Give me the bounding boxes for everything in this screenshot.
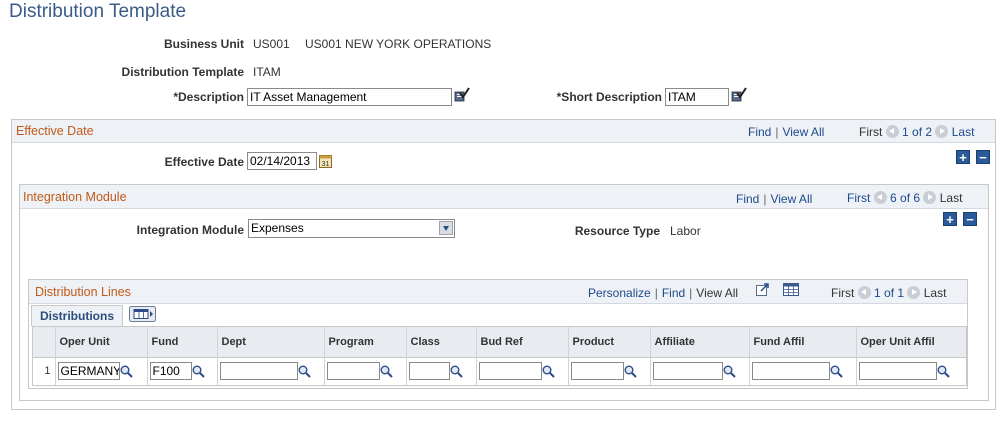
business-unit-name: US001 NEW YORK OPERATIONS [305, 37, 492, 51]
last-label: Last [923, 286, 947, 300]
effective-date-label: Effective Date [164, 155, 244, 169]
column-header-oper-unit: Oper Unit [55, 327, 148, 358]
find-link[interactable]: Find [736, 192, 759, 206]
grid-download-icon[interactable] [783, 283, 799, 299]
zoom-icon[interactable] [756, 283, 770, 299]
row-count: 1 of 2 [902, 125, 933, 139]
lookup-icon[interactable] [937, 365, 950, 378]
integration-module-label: Integration Module [136, 223, 244, 237]
integration-module-header: Integration Module Find | View All First 6… [20, 185, 988, 209]
bud-ref-field[interactable] [478, 362, 542, 381]
tab-distributions[interactable]: Distributions [31, 305, 123, 326]
lookup-icon[interactable] [192, 365, 205, 378]
short-description-field[interactable]: ITAM [665, 88, 729, 106]
distributions-grid: Oper Unit Fund Dept Program Class Bud Re… [32, 326, 967, 386]
first-link[interactable]: First [847, 191, 870, 205]
previous-icon[interactable] [885, 125, 899, 138]
table-row: 1 GERMANY F100 [33, 357, 966, 385]
integration-module-section-title: Integration Module [23, 190, 127, 204]
description-label: *Description [173, 90, 244, 104]
fund-affil-field[interactable] [751, 362, 830, 381]
business-unit-label: Business Unit [163, 37, 244, 51]
page-title: Distribution Template [9, 1, 187, 22]
lookup-icon[interactable] [120, 365, 133, 378]
lookup-icon[interactable] [723, 365, 736, 378]
delete-row-button[interactable]: − [976, 150, 990, 164]
personalize-link[interactable]: Personalize [588, 286, 651, 300]
find-link[interactable]: Find [748, 125, 771, 139]
svg-text:31: 31 [322, 161, 330, 168]
product-field[interactable] [570, 362, 624, 381]
spellcheck-icon[interactable] [454, 87, 470, 106]
distribution-template-label: Distribution Template [121, 65, 244, 79]
lookup-icon[interactable] [450, 365, 463, 378]
column-header-fund-affil: Fund Affil [749, 327, 857, 358]
column-header-oper-unit-affil: Oper Unit Affil [856, 327, 966, 358]
effective-date-field[interactable]: 02/14/2013 [247, 152, 317, 170]
resource-type-label: Resource Type [574, 224, 660, 238]
show-all-columns-icon[interactable] [129, 306, 156, 325]
column-header-product: Product [568, 327, 651, 358]
lookup-icon[interactable] [830, 365, 843, 378]
spellcheck-icon[interactable] [731, 87, 747, 106]
effective-date-header: Effective Date Find | View All First 1 of … [12, 120, 995, 143]
affiliate-field[interactable] [652, 362, 723, 381]
view-all-link[interactable]: View All [770, 192, 812, 206]
delete-row-button[interactable]: − [963, 212, 977, 226]
fund-field[interactable]: F100 [149, 362, 192, 381]
class-field[interactable] [408, 362, 450, 381]
business-unit-code: US001 [253, 37, 290, 51]
first-label: First [831, 286, 855, 300]
oper-unit-affil-field[interactable] [858, 362, 937, 381]
row-number: 1 [33, 357, 56, 385]
oper-unit-field[interactable]: GERMANY [57, 362, 120, 381]
add-row-button[interactable]: + [956, 150, 970, 164]
effective-date-section-title: Effective Date [16, 124, 94, 138]
lookup-icon[interactable] [624, 365, 637, 378]
integration-module-value: Expenses [251, 221, 304, 235]
previous-icon[interactable] [873, 191, 887, 204]
column-header-fund: Fund [147, 327, 218, 358]
column-header-program: Program [324, 327, 407, 358]
column-header-dept: Dept [217, 327, 325, 358]
resource-type-value: Labor [670, 224, 701, 238]
row-number-header [33, 327, 56, 358]
column-header-class: Class [406, 327, 477, 358]
lookup-icon[interactable] [542, 365, 555, 378]
column-header-bud-ref: Bud Ref [476, 327, 569, 358]
short-description-label: *Short Description [556, 90, 662, 104]
previous-icon[interactable] [857, 286, 871, 299]
column-header-affiliate: Affiliate [650, 327, 750, 358]
description-field[interactable]: IT Asset Management [247, 88, 452, 106]
add-row-button[interactable]: + [943, 212, 957, 226]
row-count: 6 of 6 [890, 191, 921, 205]
calendar-icon[interactable]: 31 [319, 154, 332, 171]
last-link[interactable]: Last [952, 125, 975, 139]
next-icon[interactable] [923, 191, 937, 204]
view-all-link[interactable]: View All [782, 125, 824, 139]
first-label: First [859, 125, 883, 139]
view-all-label[interactable]: View All [696, 286, 738, 300]
last-label: Last [939, 191, 963, 205]
dept-field[interactable] [219, 362, 298, 381]
distribution-lines-header: Distribution Lines Personalize | Find | View… [29, 280, 967, 304]
next-icon[interactable] [907, 286, 921, 299]
lookup-icon[interactable] [298, 365, 311, 378]
row-count: 1 of 1 [874, 286, 905, 300]
next-icon[interactable] [935, 125, 949, 138]
integration-module-select[interactable]: Expenses [248, 219, 455, 238]
lookup-icon[interactable] [380, 365, 393, 378]
dropdown-arrow-icon[interactable] [439, 221, 453, 235]
find-link[interactable]: Find [662, 286, 685, 300]
program-field[interactable] [326, 362, 380, 381]
distribution-lines-title: Distribution Lines [35, 285, 131, 299]
distribution-template-value: ITAM [253, 65, 281, 79]
